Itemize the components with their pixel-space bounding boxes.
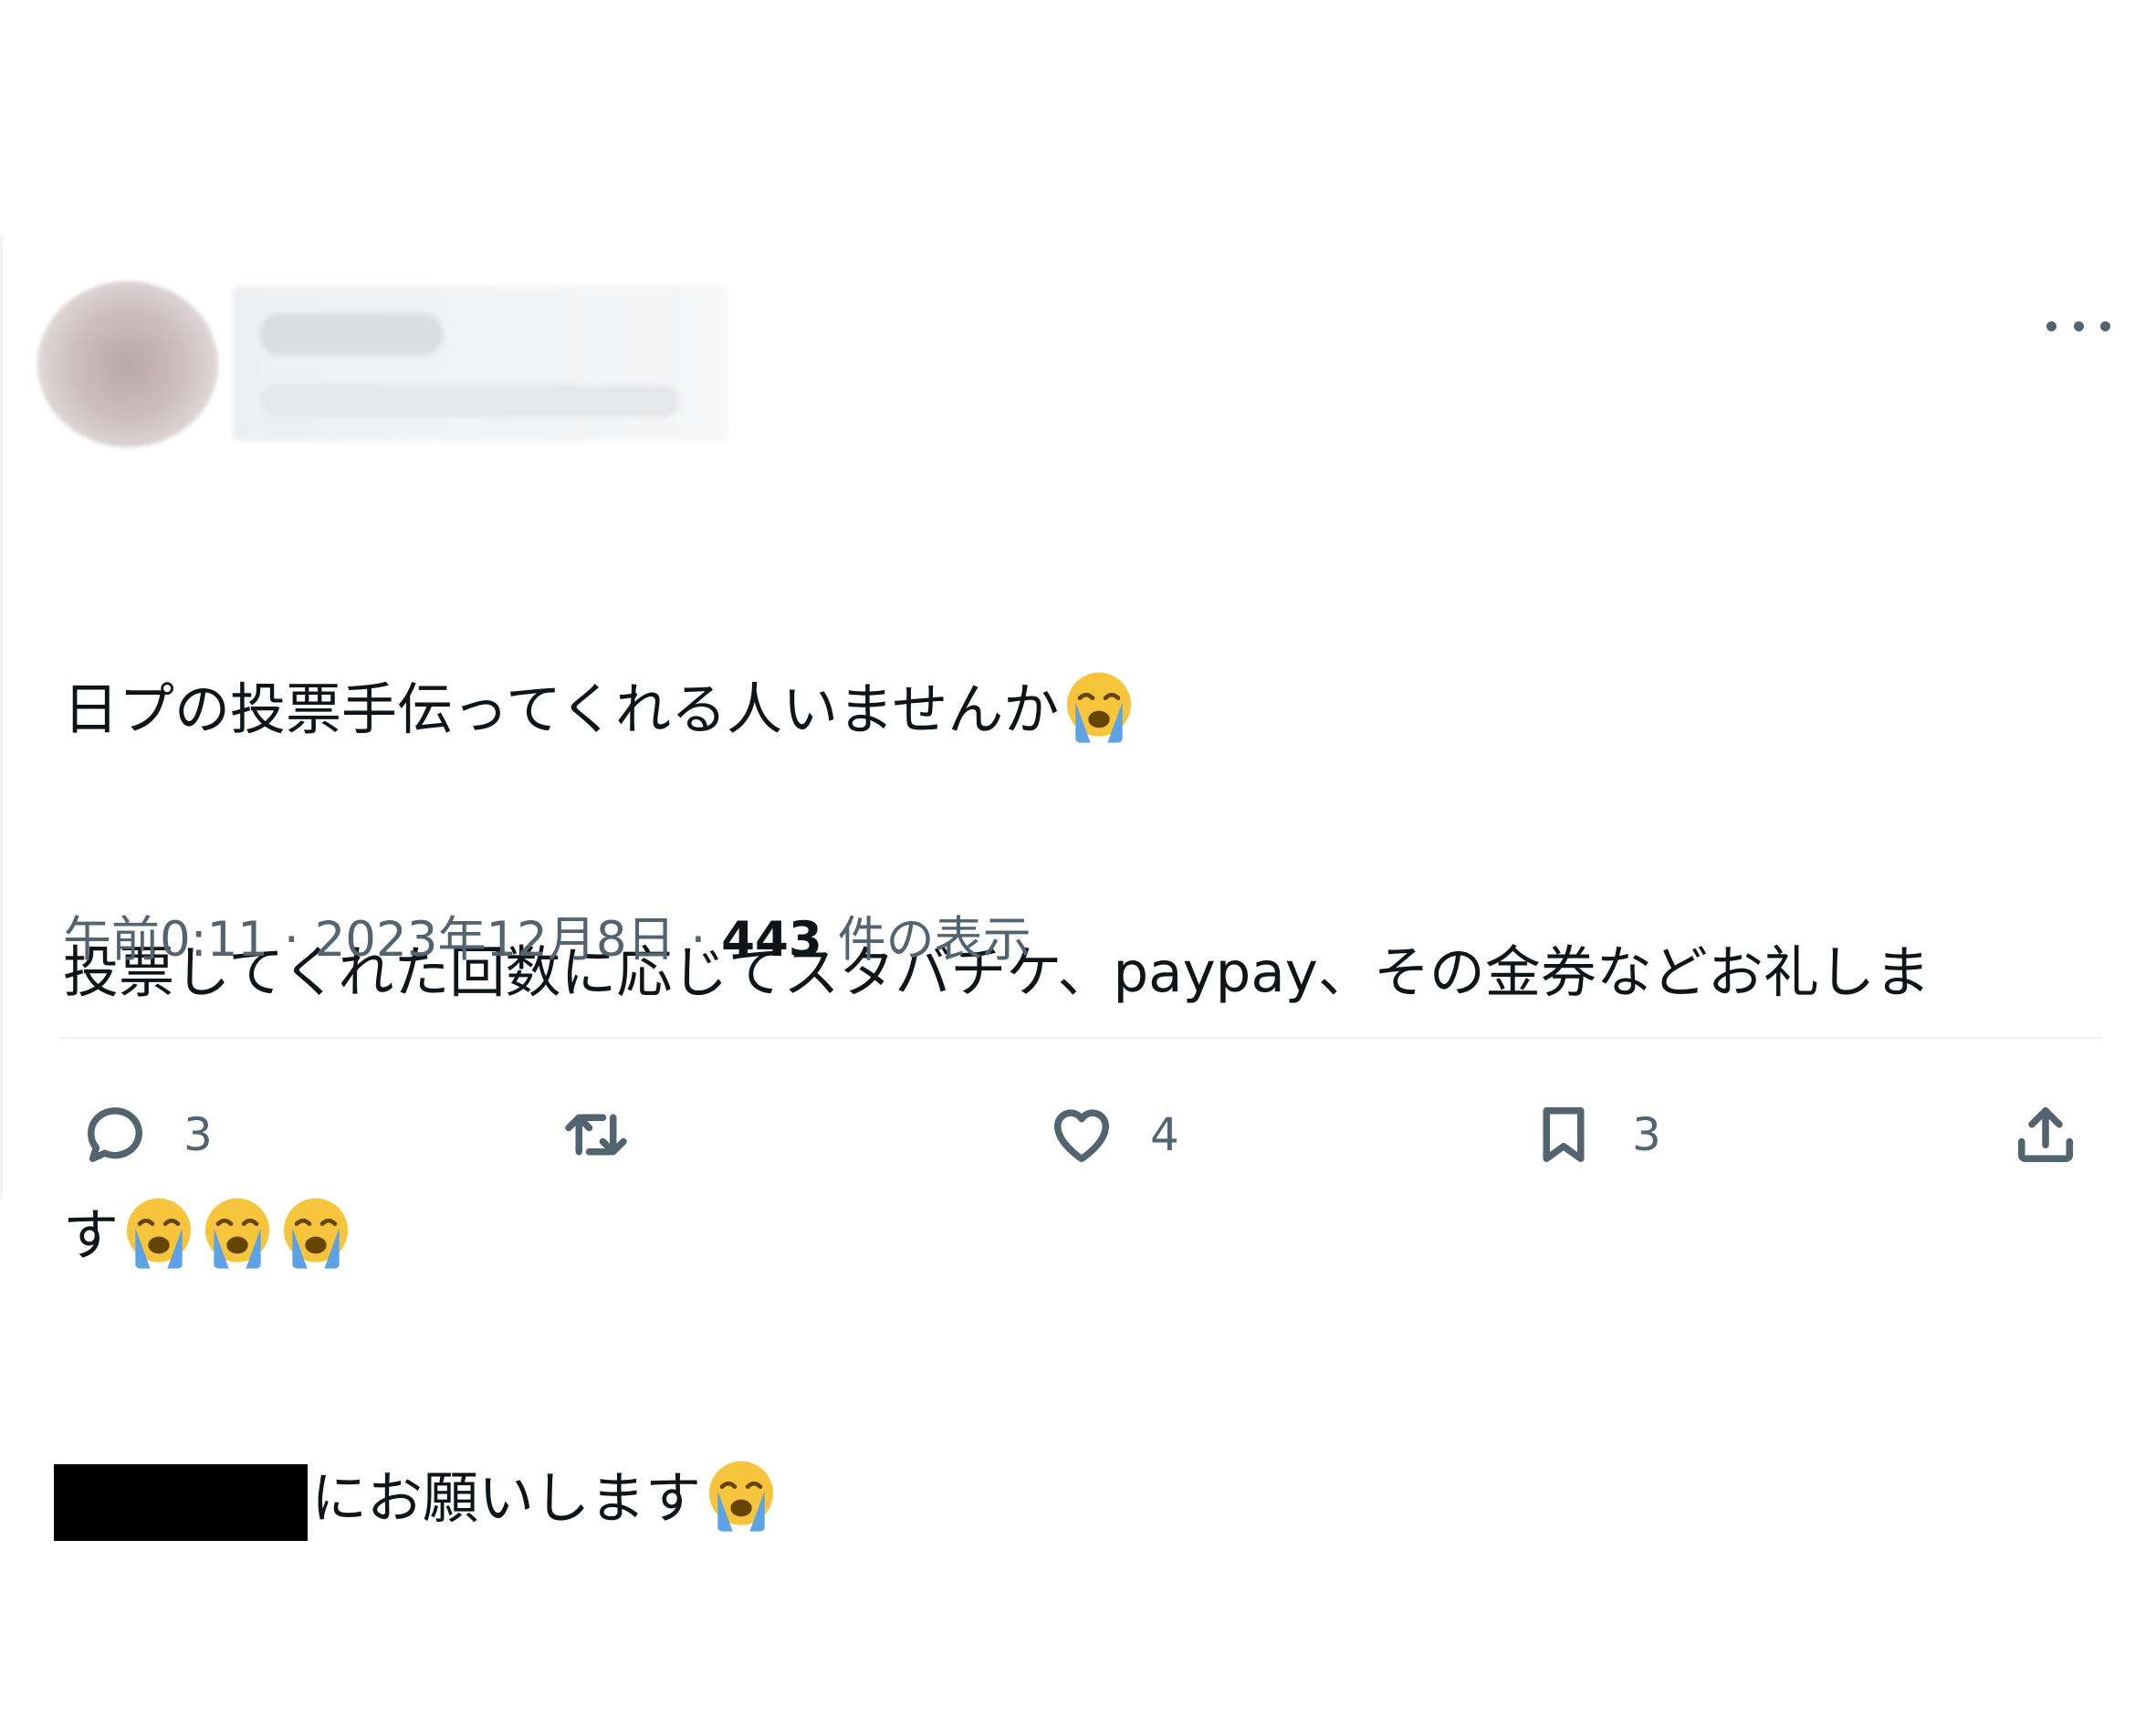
like-button[interactable]: 4	[1041, 1084, 1179, 1185]
loudly-crying-face-icon	[205, 1198, 270, 1269]
blurred-author-name[interactable]	[233, 286, 727, 441]
reply-button[interactable]: 3	[74, 1084, 213, 1185]
tweet-time[interactable]: 午前0:11	[63, 912, 268, 968]
loudly-crying-face-icon	[1067, 672, 1132, 743]
tweet-text-line-4: にお願いします	[54, 1455, 2126, 1543]
tweet-date[interactable]: 2023年12月8日	[315, 912, 675, 968]
blurred-display-name	[260, 313, 443, 355]
reply-count: 3	[183, 1108, 213, 1161]
more-dot	[2100, 320, 2110, 331]
more-dot	[2073, 320, 2084, 331]
share-button[interactable]	[2004, 1084, 2087, 1185]
meta-separator: ·	[268, 912, 315, 968]
tweet-text-segment: にお願いします	[311, 1466, 702, 1531]
tweet-text-line-1: 日プの投票手伝ってくれる人いませんか	[63, 666, 2126, 754]
more-options-icon[interactable]	[2046, 312, 2110, 340]
repost-icon	[565, 1114, 627, 1156]
loudly-crying-face-icon	[709, 1461, 774, 1532]
loudly-crying-face-icon	[127, 1198, 192, 1269]
views-count[interactable]: 443	[721, 912, 822, 968]
reply-icon	[88, 1107, 142, 1162]
divider	[59, 1037, 2102, 1039]
bookmark-icon	[1543, 1107, 1585, 1162]
meta-separator: ·	[675, 912, 722, 968]
bookmark-button[interactable]: 3	[1523, 1084, 1661, 1185]
tweet-meta: 午前0:11 · 2023年12月8日 · 443 件の表示	[63, 908, 1031, 972]
repost-button[interactable]	[555, 1084, 637, 1185]
like-count: 4	[1150, 1108, 1179, 1161]
heart-icon	[1053, 1109, 1110, 1162]
tweet-text-segment: す	[63, 1203, 120, 1268]
share-icon	[2018, 1107, 2073, 1162]
tweet-card: 日プの投票手伝ってくれる人いませんか 投票してくれた回数に応じてスタバチケ、pa…	[0, 236, 2156, 1541]
blurred-handle	[260, 384, 680, 417]
tweet-text-segment: 日プの投票手伝ってくれる人いませんか	[63, 677, 1060, 742]
avatar[interactable]	[37, 281, 218, 447]
views-label[interactable]: 件の表示	[822, 912, 1031, 968]
bookmark-count: 3	[1632, 1108, 1661, 1161]
more-dot	[2046, 320, 2057, 331]
redaction-box	[54, 1464, 308, 1541]
action-bar: 3 4 3	[3, 1084, 2156, 1185]
loudly-crying-face-icon	[284, 1198, 349, 1269]
tweet-text-line-3: す	[63, 1192, 2126, 1280]
